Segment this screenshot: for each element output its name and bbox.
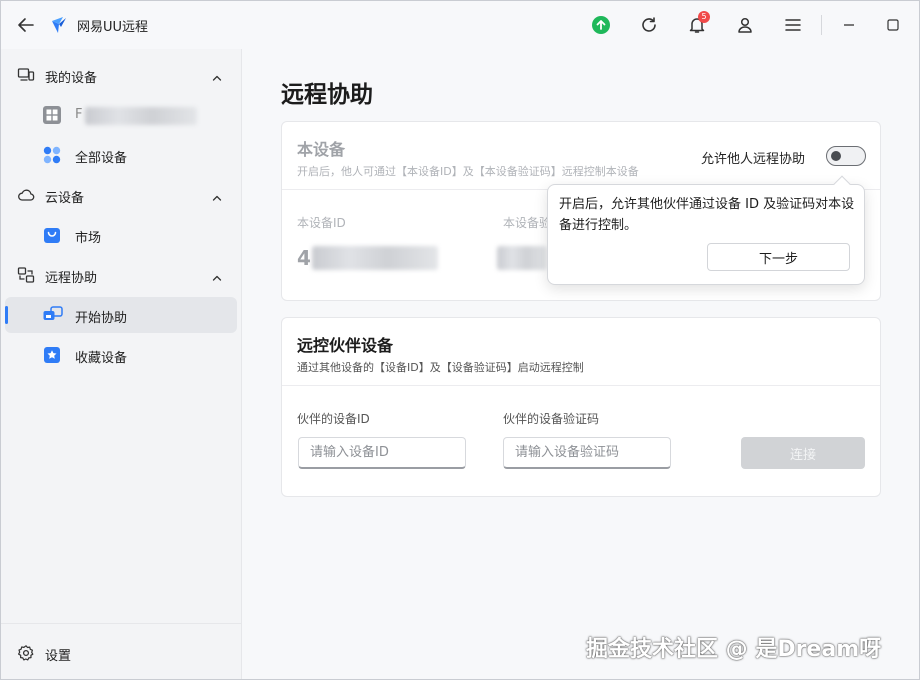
device-id-label: 本设备ID [297, 216, 346, 230]
partner-code-label: 伙伴的设备验证码 [503, 412, 600, 426]
start-assist-icon [43, 306, 63, 324]
connect-button[interactable]: 连接 [741, 437, 865, 469]
remote-assist-icon [17, 266, 35, 284]
sidebar-section-label: 云设备 [45, 191, 85, 206]
notification-badge: 5 [698, 11, 710, 23]
chevron-up-icon [211, 69, 223, 81]
partner-subtitle: 通过其他设备的【设备ID】及【设备验证码】启动远程控制 [297, 361, 584, 374]
star-bookmark-icon [43, 346, 61, 364]
sidebar-section-remote-assist[interactable]: 远程协助 [5, 257, 237, 293]
sidebar: 我的设备 F 全部设备 云设备 市场 远程协助 开始协助 收藏设备 设置 [1, 49, 242, 679]
toggle-knob [831, 151, 841, 161]
user-icon[interactable] [733, 13, 757, 37]
maximize-icon[interactable] [881, 13, 905, 37]
sidebar-item-label: 市场 [75, 231, 102, 246]
partner-device-card: 远控伙伴设备 通过其他设备的【设备ID】及【设备验证码】启动远程控制 伙伴的设备… [281, 317, 881, 497]
refresh-icon[interactable] [637, 13, 661, 37]
main-content: 远程协助 本设备 开启后，他人可通过【本设备ID】及【本设备验证码】远程控制本设… [243, 49, 919, 679]
sidebar-divider [1, 623, 242, 624]
shopping-bag-icon [43, 226, 61, 244]
menu-icon[interactable] [781, 13, 805, 37]
watermark: 掘金技术社区 @ 是Dream呀 [586, 637, 882, 662]
windows-icon [43, 106, 61, 124]
allow-remote-label: 允许他人远程协助 [701, 152, 806, 167]
sidebar-item-device[interactable]: F [5, 97, 237, 133]
card-divider [282, 385, 880, 386]
gear-icon [17, 644, 35, 662]
allow-remote-toggle[interactable] [826, 146, 866, 166]
back-arrow-icon[interactable] [15, 14, 37, 36]
sidebar-item-label: 开始协助 [75, 311, 128, 326]
redacted-device-id [312, 246, 438, 270]
redacted-device-code [497, 246, 547, 270]
app-title: 网易UU远程 [77, 20, 149, 35]
partner-code-input[interactable] [503, 437, 671, 469]
sidebar-item-market[interactable]: 市场 [5, 217, 237, 253]
sidebar-item-favorites[interactable]: 收藏设备 [5, 337, 237, 373]
uu-logo-icon [49, 15, 69, 35]
settings-label: 设置 [45, 649, 72, 664]
devices-icon [17, 66, 35, 84]
device-id-value: 4 [297, 246, 311, 270]
sidebar-item-label: 全部设备 [75, 151, 128, 166]
this-device-subtitle: 开启后，他人可通过【本设备ID】及【本设备验证码】远程控制本设备 [297, 165, 639, 178]
next-step-button[interactable]: 下一步 [707, 243, 850, 271]
remote-assist-popover: 开启后，允许其他伙伴通过设备 ID 及验证码对本设备进行控制。 下一步 [547, 175, 865, 285]
partner-title: 远控伙伴设备 [297, 336, 394, 355]
sidebar-section-cloud-devices[interactable]: 云设备 [5, 177, 237, 213]
chevron-up-icon [211, 189, 223, 201]
bell-icon[interactable]: 5 [685, 11, 710, 37]
sidebar-item-label: F [75, 107, 83, 122]
sidebar-section-my-devices[interactable]: 我的设备 [5, 57, 237, 93]
redacted-device-name [85, 107, 197, 125]
sidebar-item-settings[interactable]: 设置 [5, 635, 237, 671]
upload-icon[interactable] [589, 13, 613, 37]
app-window: 网易UU远程 5 我的设备 F 全部设备 云设备 市场 远程协助 开始协助 收藏… [0, 0, 920, 680]
cloud-icon [17, 186, 35, 204]
partner-id-label: 伙伴的设备ID [297, 412, 370, 426]
title-bar: 网易UU远程 5 [1, 1, 919, 49]
popover-text: 开启后，允许其他伙伴通过设备 ID 及验证码对本设备进行控制。 [559, 197, 855, 233]
sidebar-item-all-devices[interactable]: 全部设备 [5, 137, 237, 173]
minimize-icon[interactable] [837, 13, 861, 37]
sidebar-section-label: 我的设备 [45, 71, 98, 86]
this-device-title: 本设备 [297, 140, 346, 159]
chevron-up-icon [211, 269, 223, 281]
sidebar-item-start-assist[interactable]: 开始协助 [5, 297, 237, 333]
page-title: 远程协助 [281, 82, 373, 108]
partner-id-input[interactable] [298, 437, 466, 469]
all-devices-icon [43, 146, 61, 164]
sidebar-section-label: 远程协助 [45, 271, 98, 286]
sidebar-item-label: 收藏设备 [75, 351, 128, 366]
device-code-label: 本设备验 [503, 216, 552, 230]
active-indicator [5, 306, 8, 324]
titlebar-divider [821, 15, 822, 35]
